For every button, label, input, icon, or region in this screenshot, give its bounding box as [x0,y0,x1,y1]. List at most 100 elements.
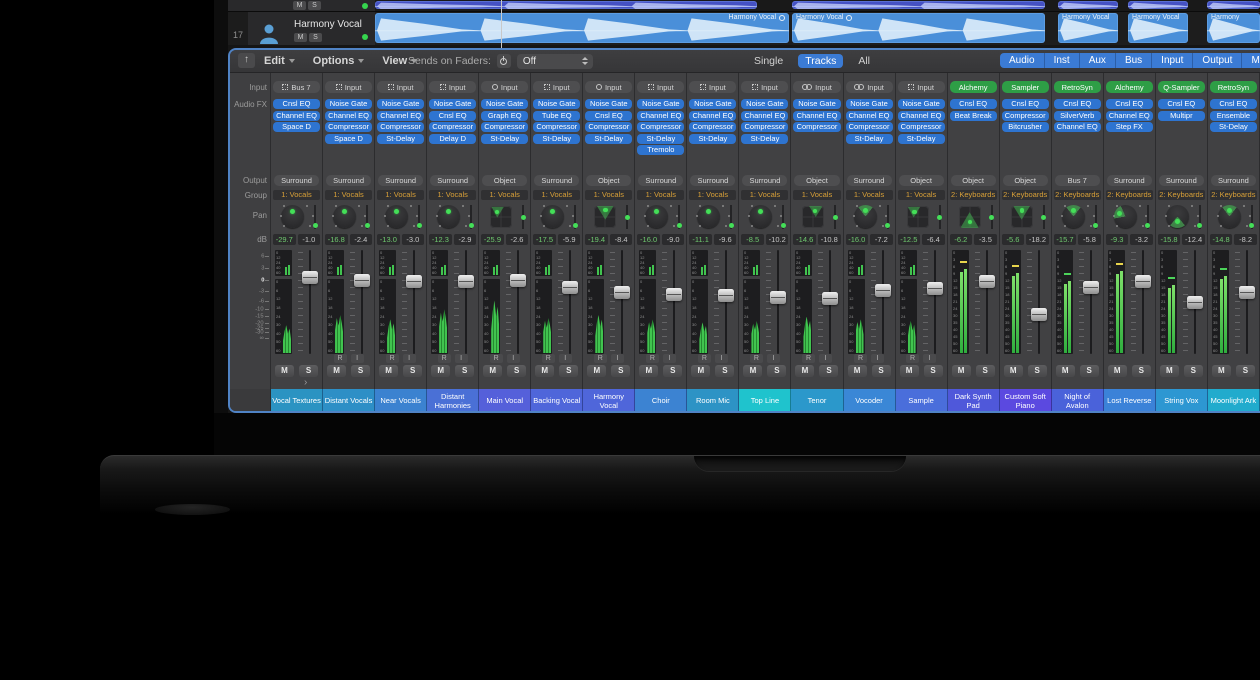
fx-plugin-button[interactable]: Space D [273,122,320,132]
pan-spread-slider[interactable] [991,205,993,229]
filter-inst[interactable]: Inst [1044,53,1079,68]
filter-mastervca[interactable]: Master/VCA [1241,53,1260,68]
filter-audio[interactable]: Audio [1000,53,1044,68]
meter-db-value[interactable]: -13.0 [377,234,400,245]
fader-cap[interactable] [1083,281,1099,294]
fx-plugin-button[interactable]: Noise Gate [429,99,476,109]
pan-knob[interactable] [1114,205,1137,228]
fader-cap[interactable] [875,284,891,297]
mute-button[interactable]: M [691,365,710,377]
volume-fader[interactable] [870,250,892,354]
input-monitor-button[interactable]: I [715,354,728,363]
pan-spread-slider[interactable] [1199,205,1201,229]
fader-cap[interactable] [406,275,422,288]
mute-button[interactable]: M [639,365,658,377]
input-slot-button[interactable]: Input [689,81,736,93]
fx-plugin-button[interactable]: Noise Gate [741,99,788,109]
fx-plugin-button[interactable]: Compressor [325,122,372,132]
meter-db-value[interactable]: -14.6 [793,234,816,245]
meter-db-value[interactable]: -8.5 [741,234,764,245]
fx-plugin-button[interactable]: Compressor [846,122,893,132]
filter-output[interactable]: Output [1192,53,1241,68]
output-slot-button[interactable]: Surround [378,175,423,186]
object-pan-pad[interactable] [490,206,512,228]
pan-spread-slider[interactable] [470,205,472,229]
pan-knob[interactable] [437,205,460,228]
mute-button[interactable]: M [795,365,814,377]
mute-button[interactable]: M [743,365,762,377]
output-slot-button[interactable]: Surround [847,175,892,186]
mute-button[interactable]: M [483,365,502,377]
fx-plugin-button[interactable]: Ensemble [1210,111,1257,121]
volume-fader[interactable] [349,250,371,354]
solo-button[interactable]: S [559,365,578,377]
pan-spread-slider[interactable] [522,205,524,229]
input-slot-button[interactable]: Input [585,81,632,93]
track-name[interactable]: Harmony Vocal [294,19,362,30]
volume-fader[interactable] [713,250,735,354]
track-name-cell[interactable]: Backing Vocal [531,389,583,412]
meter-db-value[interactable]: -17.5 [533,234,556,245]
fx-plugin-button[interactable]: Noise Gate [793,99,840,109]
volume-db-value[interactable]: -3.2 [1130,234,1153,245]
group-slot[interactable]: 2: Keyboards [950,190,997,200]
midi-region[interactable] [1128,1,1188,9]
volume-fader[interactable] [661,250,683,354]
pan-spread-slider[interactable] [782,205,784,229]
fx-plugin-button[interactable]: Tremolo [637,145,684,155]
track-name-cell[interactable]: Distant Vocals [323,389,375,412]
track-name-cell[interactable]: Top Line [739,389,791,412]
record-enable-button[interactable]: R [334,354,347,363]
fader-cap[interactable] [1239,286,1255,299]
fx-plugin-button[interactable]: St-Delay [637,134,684,144]
input-monitor-button[interactable]: I [455,354,468,363]
mute-button[interactable]: M [1056,365,1075,377]
pan-spread-slider[interactable] [1043,205,1045,229]
track-name-cell[interactable]: Room Mic [687,389,739,412]
upper-track-header[interactable]: M S [228,0,375,11]
fader-cap[interactable] [1135,275,1151,288]
mute-button[interactable]: M [293,1,306,10]
midi-region[interactable] [375,1,757,9]
meter-db-value[interactable]: -5.6 [1002,234,1025,245]
track-name-cell[interactable]: Sample [896,389,948,412]
input-monitor-button[interactable]: I [559,354,572,363]
track-name-cell[interactable]: Vocoder [844,389,896,412]
record-enable-button[interactable]: R [854,354,867,363]
fx-plugin-button[interactable]: Cnsl EQ [1054,99,1101,109]
track-name-cell[interactable]: Lost Reverse [1104,389,1156,412]
solo-button[interactable]: S [507,365,526,377]
fader-cap[interactable] [1031,308,1047,321]
fader-cap[interactable] [718,289,734,302]
solo-button[interactable]: S [351,365,370,377]
fx-plugin-button[interactable]: Cnsl EQ [585,111,632,121]
input-slot-button[interactable]: Input [741,81,788,93]
playhead[interactable] [501,0,502,48]
mute-button[interactable]: M [587,365,606,377]
meter-db-value[interactable]: -9.3 [1106,234,1129,245]
fx-plugin-button[interactable]: Channel EQ [1054,122,1101,132]
pan-knob[interactable] [281,205,304,228]
fx-plugin-button[interactable]: Graph EQ [481,111,528,121]
record-enable-button[interactable]: R [906,354,919,363]
volume-fader[interactable] [765,250,787,354]
pan-spread-slider[interactable] [366,205,368,229]
mute-button[interactable]: M [379,365,398,377]
fx-plugin-button[interactable]: Delay D [429,134,476,144]
solo-button[interactable]: S [767,365,786,377]
input-monitor-button[interactable]: I [507,354,520,363]
track-name-cell[interactable]: Main Vocal [479,389,531,412]
audio-region[interactable]: Harmony Vocal [1128,13,1188,43]
fx-plugin-button[interactable]: Compressor [429,122,476,132]
input-slot-button[interactable]: Input [325,81,372,93]
volume-db-value[interactable]: -3.0 [402,234,425,245]
instrument-slot-button[interactable]: Sampler [1002,81,1049,93]
group-slot[interactable]: 2: Keyboards [1210,190,1257,200]
track-name-cell[interactable]: Custom Soft Piano [1000,389,1052,412]
track-header[interactable]: 17 Harmony Vocal M S [228,12,375,45]
audio-region[interactable]: Harmony Vocal [792,13,1045,43]
fx-plugin-button[interactable]: Noise Gate [689,99,736,109]
pan-knob[interactable] [854,205,877,228]
meter-db-value[interactable]: -15.8 [1158,234,1181,245]
volume-db-value[interactable]: -5.9 [558,234,581,245]
